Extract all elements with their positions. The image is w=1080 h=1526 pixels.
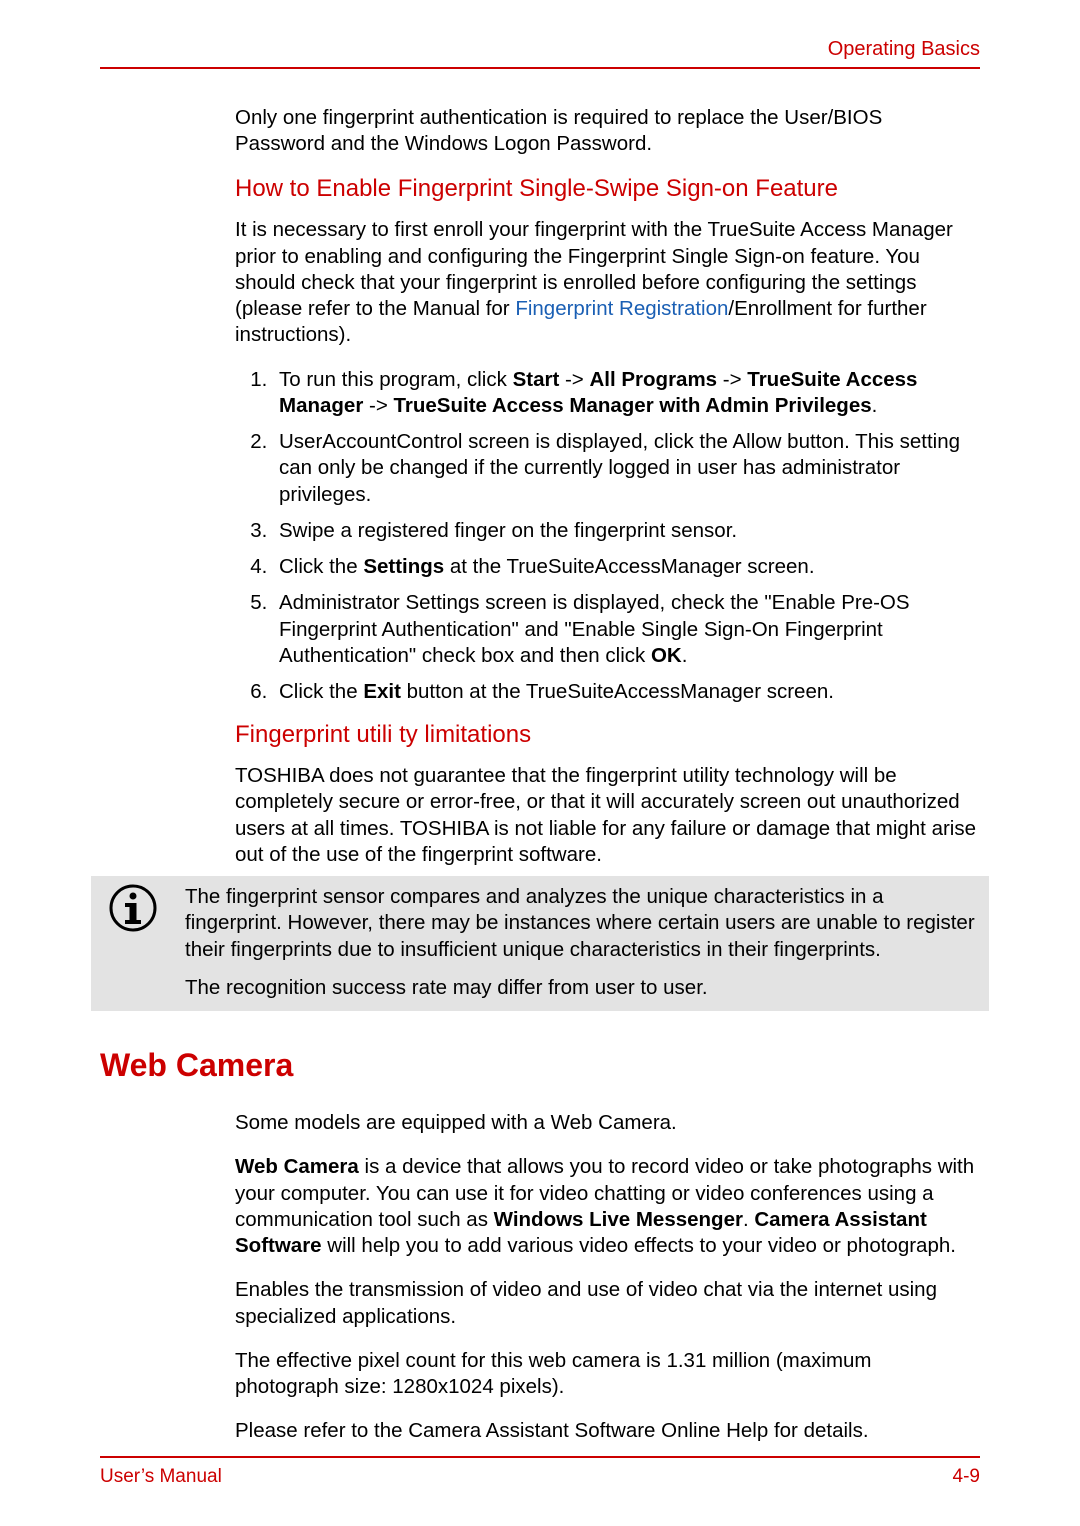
limitations-paragraph: TOSHIBA does not guarantee that the fing…: [235, 763, 976, 868]
step-6: Click the Exit button at the TrueSuiteAc…: [273, 679, 976, 705]
webcam-p5: Please refer to the Camera Assistant Sof…: [235, 1418, 976, 1444]
bold-text: Windows Live Messenger: [494, 1208, 743, 1231]
text: Click the: [279, 680, 363, 703]
bold-text: All Programs: [589, 368, 717, 391]
text: .: [682, 644, 688, 667]
footer-rule: [100, 1456, 980, 1458]
info-note-box: The fingerprint sensor compares and anal…: [91, 876, 989, 1011]
running-header: Operating Basics: [100, 38, 980, 61]
enable-intro-paragraph: It is necessary to first enroll your fin…: [235, 217, 976, 348]
step-5: Administrator Settings screen is display…: [273, 590, 976, 669]
webcam-p2: Web Camera is a device that allows you t…: [235, 1154, 976, 1259]
text: will help you to add various video effec…: [322, 1234, 956, 1257]
bold-text: Web Camera: [235, 1155, 359, 1178]
info-icon: [103, 884, 165, 937]
link-fingerprint-registration[interactable]: Fingerprint Registration: [515, 297, 728, 320]
bold-text: Start: [513, 368, 560, 391]
heading-enable-fingerprint: How to Enable Fingerprint Single-Swipe S…: [235, 175, 976, 203]
text: .: [872, 394, 878, 417]
text: To run this program, click: [279, 368, 513, 391]
webcam-p1: Some models are equipped with a Web Came…: [235, 1110, 976, 1136]
step-2: UserAccountControl screen is displayed, …: [273, 429, 976, 508]
note-paragraph-2: The recognition success rate may differ …: [185, 975, 977, 1001]
text: ->: [363, 394, 393, 417]
content-column: Only one fingerprint authentication is r…: [235, 105, 976, 868]
step-1: To run this program, click Start -> All …: [273, 367, 976, 419]
text: Administrator Settings screen is display…: [279, 591, 910, 666]
webcam-p3: Enables the transmission of video and us…: [235, 1277, 976, 1329]
step-4: Click the Settings at the TrueSuiteAcces…: [273, 554, 976, 580]
bold-text: OK: [651, 644, 682, 667]
text: .: [743, 1208, 754, 1231]
text: button at the TrueSuiteAccessManager scr…: [401, 680, 834, 703]
note-text: The fingerprint sensor compares and anal…: [185, 884, 977, 1003]
text: Click the: [279, 555, 363, 578]
text: at the TrueSuiteAccessManager screen.: [444, 555, 814, 578]
bold-text: Exit: [363, 680, 401, 703]
text: ->: [717, 368, 747, 391]
heading-web-camera: Web Camera: [100, 1047, 980, 1084]
heading-fingerprint-limitations: Fingerprint utili ty limitations: [235, 721, 976, 749]
bold-text: Settings: [363, 555, 444, 578]
footer-left: User’s Manual: [100, 1466, 222, 1488]
page-footer: User’s Manual 4-9: [100, 1456, 980, 1488]
webcam-p4: The effective pixel count for this web c…: [235, 1348, 976, 1400]
steps-list: To run this program, click Start -> All …: [273, 367, 976, 706]
document-page: Operating Basics Only one fingerprint au…: [0, 0, 1080, 1526]
footer-page-number: 4-9: [953, 1466, 980, 1488]
step-3: Swipe a registered finger on the fingerp…: [273, 518, 976, 544]
bold-text: TrueSuite Access Manager with Admin Priv…: [394, 394, 872, 417]
intro-paragraph: Only one fingerprint authentication is r…: [235, 105, 976, 157]
note-paragraph-1: The fingerprint sensor compares and anal…: [185, 884, 977, 963]
text: ->: [559, 368, 589, 391]
webcam-column: Some models are equipped with a Web Came…: [235, 1110, 976, 1444]
header-rule: [100, 67, 980, 69]
